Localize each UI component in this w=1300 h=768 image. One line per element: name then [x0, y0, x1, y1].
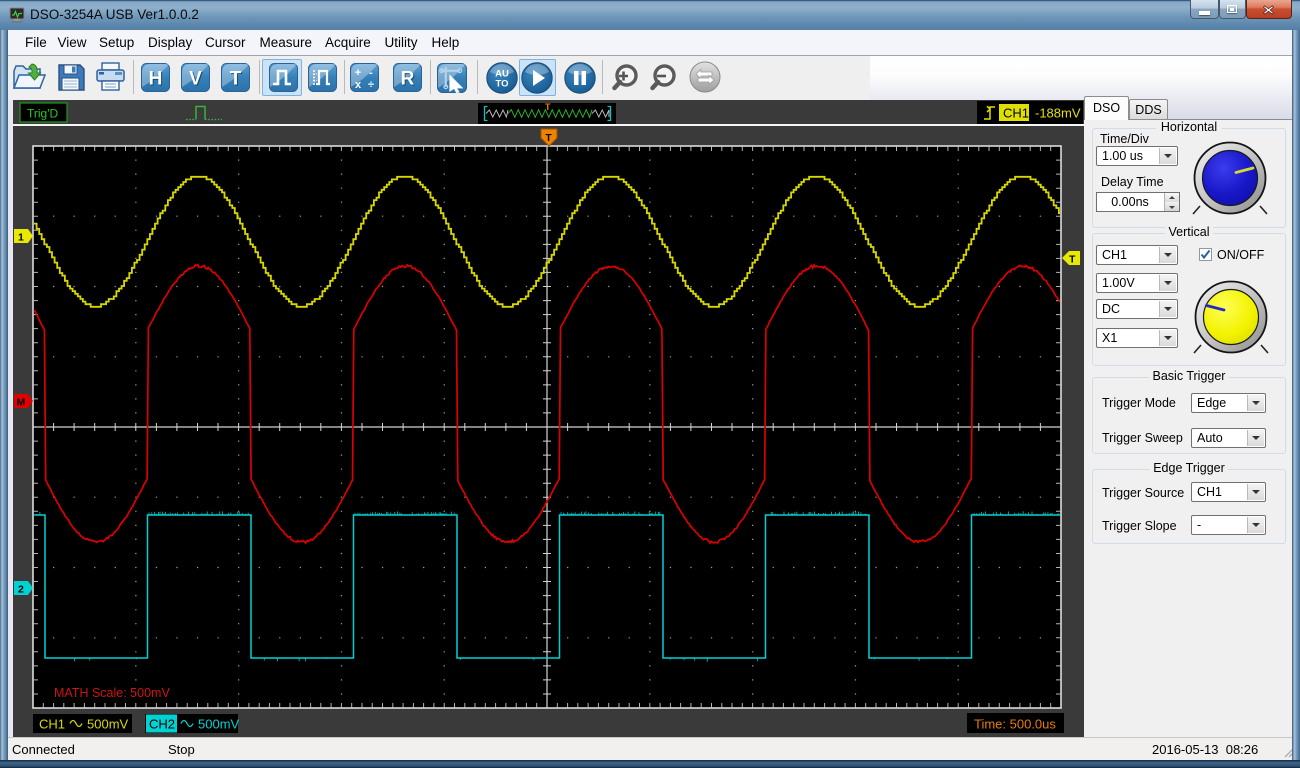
svg-text:2: 2 — [18, 584, 24, 596]
svg-text:T: T — [546, 133, 552, 144]
svg-text:500mV: 500mV — [198, 717, 240, 732]
svg-text:-188mV: -188mV — [1035, 106, 1081, 121]
svg-text:CH1: CH1 — [39, 717, 65, 732]
svg-text:H: H — [149, 69, 163, 90]
svg-text:1: 1 — [18, 232, 24, 244]
svg-text:TO: TO — [495, 78, 508, 89]
svg-text:x: x — [355, 79, 362, 91]
svg-text:÷: ÷ — [368, 79, 374, 91]
svg-text:V: V — [189, 69, 202, 90]
svg-text:CH1: CH1 — [1003, 106, 1029, 121]
svg-text:CH2: CH2 — [149, 717, 175, 732]
svg-text:+: + — [355, 67, 361, 79]
svg-text:-: - — [369, 67, 373, 79]
svg-text:500mV: 500mV — [87, 717, 129, 732]
svg-text:Trig'D: Trig'D — [27, 107, 59, 121]
svg-text:MATH Scale: 500mV: MATH Scale: 500mV — [54, 686, 170, 700]
svg-text:T: T — [545, 102, 551, 112]
svg-text:T: T — [230, 69, 242, 90]
svg-text:T: T — [1069, 254, 1076, 266]
svg-text:M: M — [17, 397, 26, 409]
svg-text:Time: 500.0us: Time: 500.0us — [974, 717, 1056, 732]
svg-text:R: R — [401, 69, 415, 90]
